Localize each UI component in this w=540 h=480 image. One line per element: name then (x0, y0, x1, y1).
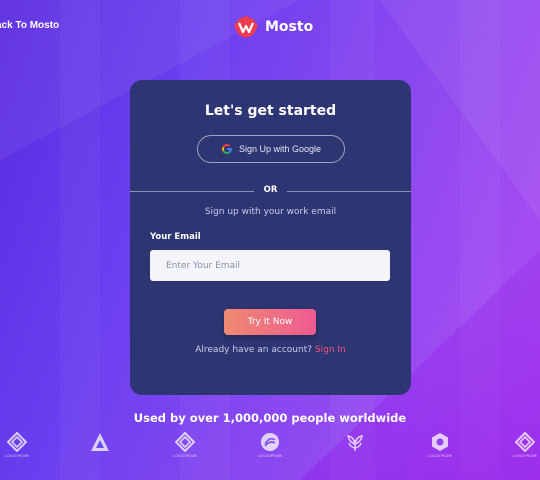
diamond-knot-icon (7, 432, 27, 452)
email-label: Your Email (150, 232, 201, 242)
circle-swirl-icon (261, 433, 279, 451)
brand-logo: LOGOIPSUM (510, 432, 540, 462)
brand-label: LOGOIPSUM (173, 454, 197, 458)
brand-label: LOGOIPSUM (258, 454, 282, 458)
signin-link[interactable]: Sign In (315, 345, 346, 355)
google-icon (221, 144, 232, 154)
logo-text: Mosto (265, 19, 314, 35)
triangle-a-icon (91, 433, 109, 451)
email-field[interactable] (150, 250, 390, 281)
try-it-now-button[interactable]: Try It Now (224, 309, 316, 335)
brand-logo: LOGOIPSUM (425, 432, 455, 462)
google-signup-button[interactable]: Sign Up with Google (197, 135, 345, 163)
google-signup-label: Sign Up with Google (238, 144, 322, 154)
brand-label: LOGOIPSUM (5, 454, 29, 458)
already-account-text: Already have an account? (195, 345, 313, 355)
brand-logo: LOGOIPSUM (170, 432, 200, 462)
card-title: Let's get started (204, 103, 337, 119)
mosto-logo-icon (234, 16, 258, 38)
signin-prompt: Already have an account? Sign In (130, 345, 411, 355)
leaf-icon (347, 435, 363, 451)
brand-label: LOGOIPSUM (428, 454, 452, 458)
mosto-logo[interactable]: Mosto (233, 15, 313, 39)
brand-label: LOGOIPSUM (513, 454, 537, 458)
social-proof-text: Used by over 1,000,000 people worldwide (133, 411, 407, 425)
brand-logo (85, 432, 115, 462)
signup-card: Let's get started Sign Up with Google OR… (130, 80, 411, 395)
diamond-knot-icon (515, 432, 535, 452)
signup-subtitle: Sign up with your work email (204, 207, 337, 217)
brand-logo: LOGOIPSUM (255, 432, 285, 462)
hexagon-ring-icon (432, 433, 448, 451)
brand-logo: LOGOIPSUM (2, 432, 32, 462)
diamond-knot-icon (175, 432, 195, 452)
brand-logo (340, 432, 370, 462)
or-separator: OR (254, 185, 287, 195)
back-to-mosto-link[interactable]: ack To Mosto (0, 20, 59, 31)
brand-logos-row: LOGOIPSUM LOGOIPSUM LOGOIPSUM LOGOIPSUM … (0, 432, 540, 466)
